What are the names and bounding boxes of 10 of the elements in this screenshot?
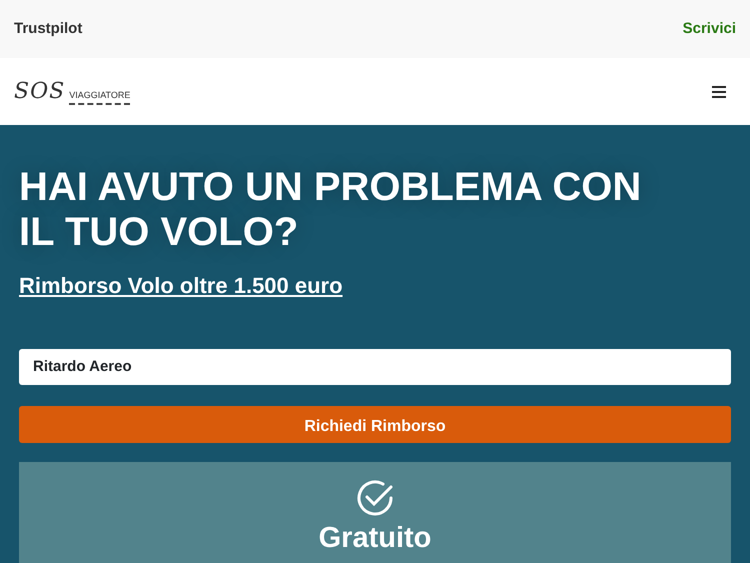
contact-link[interactable]: Scrivici — [682, 18, 736, 40]
request-refund-button[interactable]: Richiedi Rimborso — [19, 406, 731, 443]
trustpilot-link[interactable]: Trustpilot — [14, 18, 82, 40]
problem-select[interactable]: Ritardo Aereo — [19, 349, 731, 385]
feature-title: Gratuito — [318, 522, 432, 554]
menu-icon[interactable] — [712, 86, 726, 98]
logo[interactable]: SOS VIAGGIATORE — [14, 75, 130, 108]
check-circle-icon — [355, 478, 395, 518]
refund-link[interactable]: Rimborso Volo oltre 1.500 euro — [19, 269, 343, 302]
hero-title: HAI AVUTO UN PROBLEMA CON IL TUO VOLO? — [19, 164, 642, 255]
